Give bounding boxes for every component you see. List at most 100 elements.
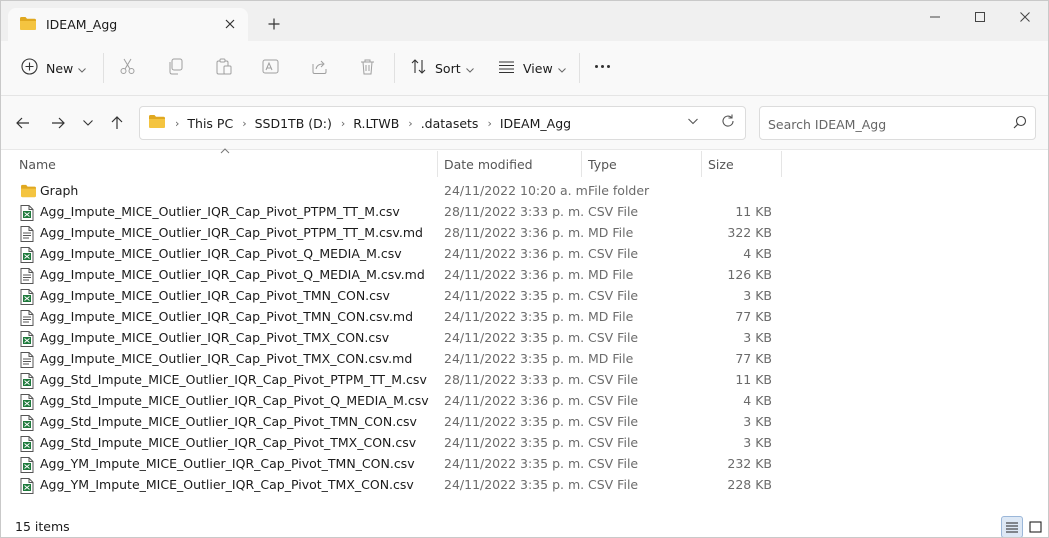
csv-file-icon: [20, 457, 34, 476]
file-size: 232 KB: [727, 456, 772, 471]
file-name: Agg_Std_Impute_MICE_Outlier_IQR_Cap_Pivo…: [40, 393, 429, 408]
copy-button[interactable]: [167, 55, 184, 81]
breadcrumb-this-pc[interactable]: This PC: [187, 116, 233, 131]
file-name: Agg_Impute_MICE_Outlier_IQR_Cap_Pivot_TM…: [40, 330, 390, 345]
sort-icon: [410, 58, 427, 78]
column-divider[interactable]: [581, 151, 582, 177]
table-row[interactable]: Agg_Std_Impute_MICE_Outlier_IQR_Cap_Pivo…: [1, 391, 1048, 412]
file-date: 28/11/2022 3:33 p. m.: [444, 204, 585, 219]
csv-file-icon: [20, 436, 34, 455]
tab-ideam-agg[interactable]: IDEAM_Agg: [8, 8, 248, 41]
cut-button[interactable]: [119, 55, 136, 81]
minimize-icon[interactable]: [912, 1, 958, 33]
address-bar[interactable]: › This PC › SSD1TB (D:) › R.LTWB › .data…: [139, 106, 746, 140]
column-divider[interactable]: [701, 151, 702, 177]
csv-file-icon: [20, 373, 34, 392]
forward-icon[interactable]: [47, 112, 69, 134]
breadcrumb-rltwb[interactable]: R.LTWB: [353, 116, 399, 131]
up-icon[interactable]: [106, 112, 128, 134]
file-date: 24/11/2022 3:36 p. m.: [444, 246, 585, 261]
file-list: Name Date modified Type Size Graph 24/11/…: [1, 148, 1048, 511]
file-name: Agg_Impute_MICE_Outlier_IQR_Cap_Pivot_TM…: [40, 288, 390, 303]
table-row[interactable]: Agg_Std_Impute_MICE_Outlier_IQR_Cap_Pivo…: [1, 370, 1048, 391]
tiles-view-icon[interactable]: [1024, 516, 1046, 537]
search-icon[interactable]: [1013, 115, 1027, 132]
new-tab-icon[interactable]: [264, 14, 284, 34]
csv-file-icon: [20, 289, 34, 308]
folder-icon: [148, 114, 166, 132]
clipboard-icon: [215, 58, 232, 78]
view-button[interactable]: View: [498, 55, 566, 81]
table-row[interactable]: Agg_Impute_MICE_Outlier_IQR_Cap_Pivot_TM…: [1, 307, 1048, 328]
table-row[interactable]: Agg_Impute_MICE_Outlier_IQR_Cap_Pivot_Q_…: [1, 244, 1048, 265]
file-name: Agg_Impute_MICE_Outlier_IQR_Cap_Pivot_TM…: [40, 309, 414, 324]
breadcrumb-ideam-agg[interactable]: IDEAM_Agg: [500, 116, 571, 131]
file-size: 3 KB: [743, 414, 772, 429]
close-window-icon[interactable]: [1002, 1, 1048, 33]
table-row[interactable]: Agg_Impute_MICE_Outlier_IQR_Cap_Pivot_TM…: [1, 349, 1048, 370]
table-row[interactable]: Agg_Impute_MICE_Outlier_IQR_Cap_Pivot_TM…: [1, 286, 1048, 307]
table-row[interactable]: Agg_Std_Impute_MICE_Outlier_IQR_Cap_Pivo…: [1, 412, 1048, 433]
file-name: Graph: [40, 183, 79, 198]
recent-locations-icon[interactable]: [77, 112, 99, 134]
table-row[interactable]: Graph 24/11/2022 10:20 a. m. File folder: [1, 181, 1048, 202]
folder-icon: [19, 16, 37, 34]
table-row[interactable]: Agg_Impute_MICE_Outlier_IQR_Cap_Pivot_Q_…: [1, 265, 1048, 286]
file-size: 77 KB: [735, 351, 772, 366]
file-rows: Graph 24/11/2022 10:20 a. m. File folder Ag…: [1, 181, 1048, 496]
chevron-right-icon: ›: [175, 116, 180, 130]
column-divider[interactable]: [437, 151, 438, 177]
table-row[interactable]: Agg_Impute_MICE_Outlier_IQR_Cap_Pivot_PT…: [1, 223, 1048, 244]
search-box[interactable]: [759, 106, 1036, 140]
scissors-icon: [119, 58, 136, 78]
file-type: CSV File: [588, 456, 639, 471]
breadcrumb-datasets[interactable]: .datasets: [421, 116, 479, 131]
command-bar: New Sort View: [1, 41, 1048, 96]
more-options-button[interactable]: [594, 55, 611, 81]
table-row[interactable]: Agg_Impute_MICE_Outlier_IQR_Cap_Pivot_TM…: [1, 328, 1048, 349]
column-header-name[interactable]: Name: [19, 151, 56, 177]
csv-file-icon: [20, 247, 34, 266]
file-name: Agg_Std_Impute_MICE_Outlier_IQR_Cap_Pivo…: [40, 435, 417, 450]
chevron-right-icon: ›: [242, 116, 247, 130]
table-row[interactable]: Agg_YM_Impute_MICE_Outlier_IQR_Cap_Pivot…: [1, 454, 1048, 475]
copy-icon: [167, 58, 184, 78]
file-name: Agg_Impute_MICE_Outlier_IQR_Cap_Pivot_PT…: [40, 204, 400, 219]
column-header-date[interactable]: Date modified: [444, 151, 533, 177]
item-count: 15 items: [15, 519, 70, 534]
column-header-size[interactable]: Size: [708, 151, 734, 177]
file-name: Agg_Impute_MICE_Outlier_IQR_Cap_Pivot_TM…: [40, 351, 413, 366]
table-row[interactable]: Agg_YM_Impute_MICE_Outlier_IQR_Cap_Pivot…: [1, 475, 1048, 496]
refresh-icon[interactable]: [721, 114, 735, 131]
column-divider[interactable]: [781, 151, 782, 177]
chevron-right-icon: ›: [408, 116, 413, 130]
details-view-icon[interactable]: [1001, 516, 1023, 537]
share-button[interactable]: [311, 55, 328, 81]
breadcrumb-drive[interactable]: SSD1TB (D:): [255, 116, 332, 131]
file-name: Agg_Std_Impute_MICE_Outlier_IQR_Cap_Pivo…: [40, 414, 417, 429]
new-button[interactable]: New: [21, 55, 87, 81]
table-row[interactable]: Agg_Std_Impute_MICE_Outlier_IQR_Cap_Pivo…: [1, 433, 1048, 454]
back-icon[interactable]: [12, 112, 34, 134]
chevron-right-icon: ›: [487, 116, 492, 130]
sort-button[interactable]: Sort: [410, 55, 474, 81]
file-size: 126 KB: [727, 267, 772, 282]
address-history-icon[interactable]: [687, 115, 699, 130]
file-type: MD File: [588, 351, 634, 366]
paste-button[interactable]: [215, 55, 232, 81]
text-file-icon: [20, 226, 34, 245]
trash-icon: [359, 58, 376, 78]
column-header-type[interactable]: Type: [588, 151, 617, 177]
file-size: 3 KB: [743, 435, 772, 450]
table-row[interactable]: Agg_Impute_MICE_Outlier_IQR_Cap_Pivot_PT…: [1, 202, 1048, 223]
file-date: 24/11/2022 3:35 p. m.: [444, 309, 585, 324]
search-input[interactable]: [768, 115, 998, 133]
more-icon: [594, 58, 611, 78]
maximize-icon[interactable]: [957, 1, 1003, 33]
delete-button[interactable]: [359, 55, 376, 81]
rename-icon: [262, 58, 279, 78]
csv-file-icon: [20, 205, 34, 224]
rename-button[interactable]: [262, 55, 279, 81]
close-tab-icon[interactable]: [221, 15, 239, 33]
file-type: MD File: [588, 267, 634, 282]
